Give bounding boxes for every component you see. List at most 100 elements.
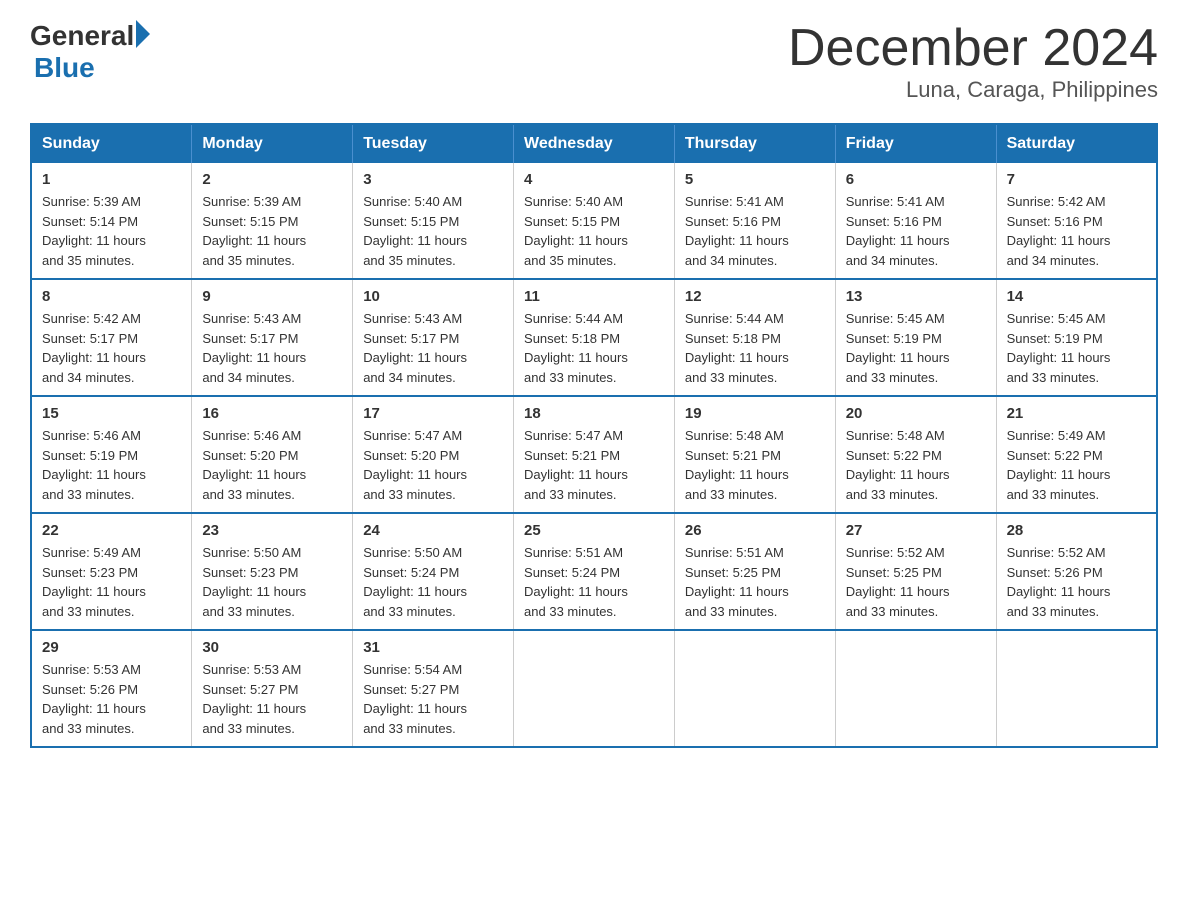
calendar-cell: 23Sunrise: 5:50 AMSunset: 5:23 PMDayligh… [192,513,353,630]
weekday-header-friday: Friday [835,124,996,163]
day-info: Sunrise: 5:51 AMSunset: 5:25 PMDaylight:… [685,543,825,621]
calendar-cell: 26Sunrise: 5:51 AMSunset: 5:25 PMDayligh… [674,513,835,630]
calendar-cell: 24Sunrise: 5:50 AMSunset: 5:24 PMDayligh… [353,513,514,630]
day-info: Sunrise: 5:42 AMSunset: 5:17 PMDaylight:… [42,309,181,387]
calendar-cell: 12 Sunrise: 5:44 AMSunset: 5:18 PMDayligh… [674,279,835,396]
calendar-cell: 2 Sunrise: 5:39 AMSunset: 5:15 PMDaylight… [192,163,353,279]
title-block: December 2024 Luna, Caraga, Philippines [788,20,1158,103]
day-number: 29 [42,639,181,656]
weekday-header-thursday: Thursday [674,124,835,163]
day-info: Sunrise: 5:54 AMSunset: 5:27 PMDaylight:… [363,660,503,738]
day-number: 3 [363,171,503,188]
calendar-cell: 11 Sunrise: 5:44 AMSunset: 5:18 PMDayligh… [514,279,675,396]
month-title: December 2024 [788,20,1158,77]
calendar-cell: 30Sunrise: 5:53 AMSunset: 5:27 PMDayligh… [192,630,353,747]
day-number: 5 [685,171,825,188]
weekday-header-wednesday: Wednesday [514,124,675,163]
day-number: 14 [1007,288,1146,305]
calendar-cell: 6 Sunrise: 5:41 AMSunset: 5:16 PMDaylight… [835,163,996,279]
calendar-cell: 3 Sunrise: 5:40 AMSunset: 5:15 PMDaylight… [353,163,514,279]
calendar-cell: 21Sunrise: 5:49 AMSunset: 5:22 PMDayligh… [996,396,1157,513]
day-info: Sunrise: 5:41 AMSunset: 5:16 PMDaylight:… [846,192,986,270]
day-number: 23 [202,522,342,539]
day-number: 10 [363,288,503,305]
day-info: Sunrise: 5:49 AMSunset: 5:23 PMDaylight:… [42,543,181,621]
calendar-cell: 14Sunrise: 5:45 AMSunset: 5:19 PMDayligh… [996,279,1157,396]
calendar-cell: 10 Sunrise: 5:43 AMSunset: 5:17 PMDayligh… [353,279,514,396]
logo: General Blue [30,20,150,84]
day-info: Sunrise: 5:52 AMSunset: 5:25 PMDaylight:… [846,543,986,621]
day-number: 15 [42,405,181,422]
day-info: Sunrise: 5:43 AMSunset: 5:17 PMDaylight:… [363,309,503,387]
day-number: 20 [846,405,986,422]
day-info: Sunrise: 5:46 AMSunset: 5:19 PMDaylight:… [42,426,181,504]
calendar-cell: 20Sunrise: 5:48 AMSunset: 5:22 PMDayligh… [835,396,996,513]
page-header: General Blue December 2024 Luna, Caraga,… [30,20,1158,103]
day-number: 2 [202,171,342,188]
weekday-header-sunday: Sunday [31,124,192,163]
day-info: Sunrise: 5:44 AMSunset: 5:18 PMDaylight:… [524,309,664,387]
day-info: Sunrise: 5:53 AMSunset: 5:27 PMDaylight:… [202,660,342,738]
location-subtitle: Luna, Caraga, Philippines [788,77,1158,103]
calendar-cell: 27 Sunrise: 5:52 AMSunset: 5:25 PMDayligh… [835,513,996,630]
weekday-header-monday: Monday [192,124,353,163]
day-info: Sunrise: 5:39 AMSunset: 5:14 PMDaylight:… [42,192,181,270]
calendar-cell: 8 Sunrise: 5:42 AMSunset: 5:17 PMDaylight… [31,279,192,396]
calendar-cell [514,630,675,747]
day-info: Sunrise: 5:51 AMSunset: 5:24 PMDaylight:… [524,543,664,621]
day-number: 24 [363,522,503,539]
day-number: 9 [202,288,342,305]
day-info: Sunrise: 5:43 AMSunset: 5:17 PMDaylight:… [202,309,342,387]
day-info: Sunrise: 5:44 AMSunset: 5:18 PMDaylight:… [685,309,825,387]
weekday-header-saturday: Saturday [996,124,1157,163]
day-info: Sunrise: 5:49 AMSunset: 5:22 PMDaylight:… [1007,426,1146,504]
day-number: 1 [42,171,181,188]
calendar-week-row: 8 Sunrise: 5:42 AMSunset: 5:17 PMDaylight… [31,279,1157,396]
day-info: Sunrise: 5:45 AMSunset: 5:19 PMDaylight:… [846,309,986,387]
day-number: 16 [202,405,342,422]
logo-arrow-icon [136,20,150,48]
day-info: Sunrise: 5:39 AMSunset: 5:15 PMDaylight:… [202,192,342,270]
calendar-cell [674,630,835,747]
day-number: 13 [846,288,986,305]
day-number: 22 [42,522,181,539]
day-number: 11 [524,288,664,305]
day-info: Sunrise: 5:40 AMSunset: 5:15 PMDaylight:… [524,192,664,270]
calendar-cell: 22 Sunrise: 5:49 AMSunset: 5:23 PMDayligh… [31,513,192,630]
calendar-cell: 31Sunrise: 5:54 AMSunset: 5:27 PMDayligh… [353,630,514,747]
day-number: 27 [846,522,986,539]
day-number: 7 [1007,171,1146,188]
logo-blue: Blue [34,52,150,84]
day-info: Sunrise: 5:40 AMSunset: 5:15 PMDaylight:… [363,192,503,270]
calendar-cell: 15 Sunrise: 5:46 AMSunset: 5:19 PMDayligh… [31,396,192,513]
day-number: 19 [685,405,825,422]
day-info: Sunrise: 5:47 AMSunset: 5:21 PMDaylight:… [524,426,664,504]
day-info: Sunrise: 5:46 AMSunset: 5:20 PMDaylight:… [202,426,342,504]
day-number: 25 [524,522,664,539]
calendar-cell: 19 Sunrise: 5:48 AMSunset: 5:21 PMDayligh… [674,396,835,513]
calendar-cell: 18 Sunrise: 5:47 AMSunset: 5:21 PMDayligh… [514,396,675,513]
calendar-week-row: 22 Sunrise: 5:49 AMSunset: 5:23 PMDayligh… [31,513,1157,630]
calendar-week-row: 15 Sunrise: 5:46 AMSunset: 5:19 PMDayligh… [31,396,1157,513]
logo-general: General [30,20,134,52]
calendar-cell: 5 Sunrise: 5:41 AMSunset: 5:16 PMDaylight… [674,163,835,279]
weekday-header-row: SundayMondayTuesdayWednesdayThursdayFrid… [31,124,1157,163]
calendar-cell: 1 Sunrise: 5:39 AMSunset: 5:14 PMDaylight… [31,163,192,279]
calendar-cell: 16 Sunrise: 5:46 AMSunset: 5:20 PMDayligh… [192,396,353,513]
calendar-cell [996,630,1157,747]
day-info: Sunrise: 5:41 AMSunset: 5:16 PMDaylight:… [685,192,825,270]
day-number: 8 [42,288,181,305]
day-number: 6 [846,171,986,188]
day-number: 12 [685,288,825,305]
calendar-cell: 9 Sunrise: 5:43 AMSunset: 5:17 PMDaylight… [192,279,353,396]
calendar-cell: 28Sunrise: 5:52 AMSunset: 5:26 PMDayligh… [996,513,1157,630]
day-info: Sunrise: 5:47 AMSunset: 5:20 PMDaylight:… [363,426,503,504]
day-number: 18 [524,405,664,422]
day-info: Sunrise: 5:48 AMSunset: 5:21 PMDaylight:… [685,426,825,504]
day-number: 28 [1007,522,1146,539]
calendar-table: SundayMondayTuesdayWednesdayThursdayFrid… [30,123,1158,748]
day-info: Sunrise: 5:42 AMSunset: 5:16 PMDaylight:… [1007,192,1146,270]
day-number: 17 [363,405,503,422]
calendar-cell: 17 Sunrise: 5:47 AMSunset: 5:20 PMDayligh… [353,396,514,513]
day-info: Sunrise: 5:53 AMSunset: 5:26 PMDaylight:… [42,660,181,738]
